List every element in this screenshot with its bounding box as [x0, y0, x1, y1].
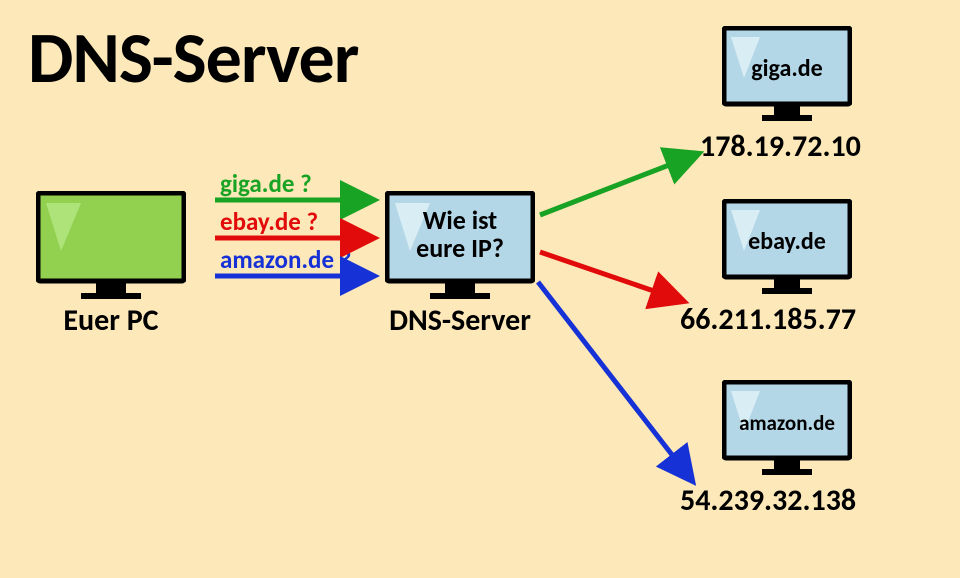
arrow-dns-ebay: [540, 252, 680, 300]
arrow-layer: [0, 0, 960, 578]
arrow-dns-amazon: [538, 282, 690, 478]
arrow-dns-giga: [540, 155, 695, 215]
diagram-stage: DNS-Server Euer PC giga.de ? ebay.de ? a…: [0, 0, 960, 578]
